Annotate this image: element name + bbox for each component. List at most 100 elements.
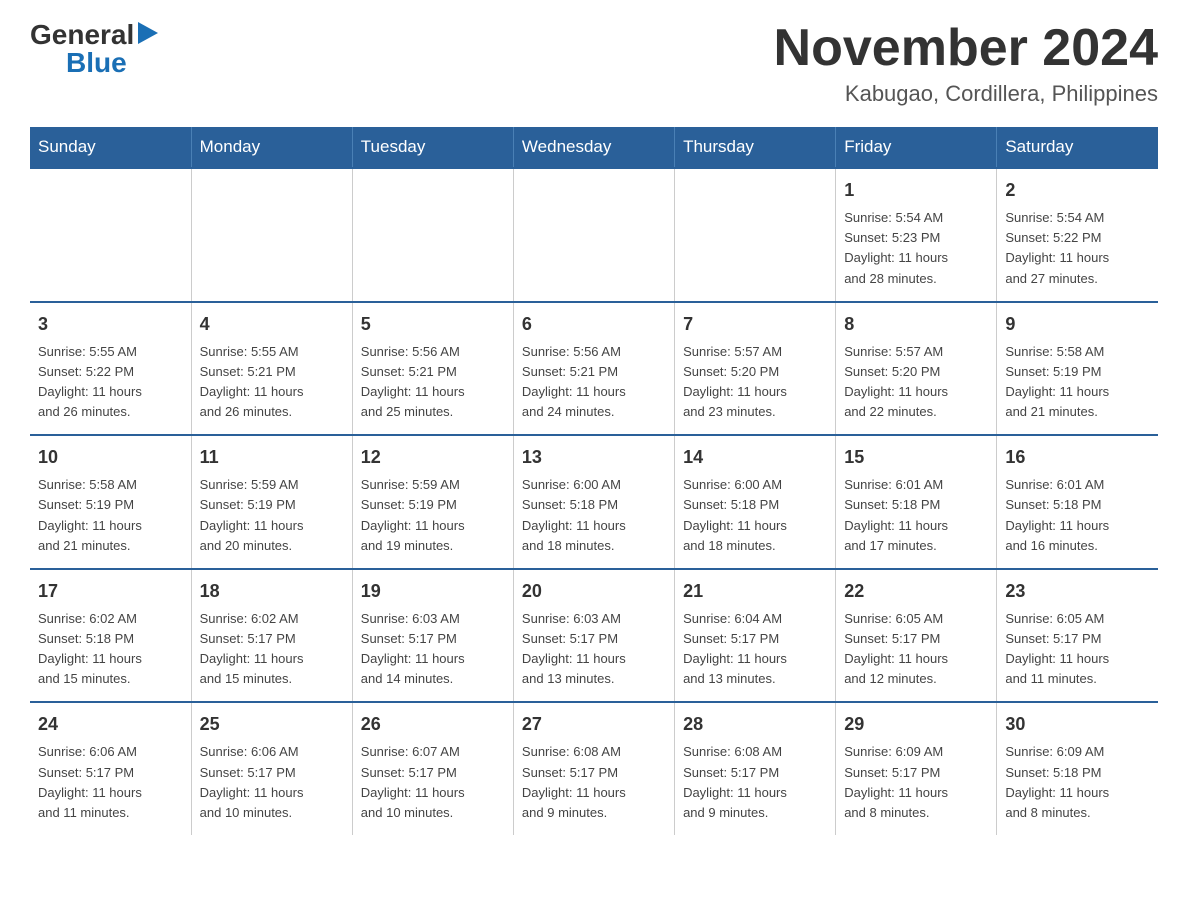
day-info: Sunrise: 6:05 AM Sunset: 5:17 PM Dayligh… (1005, 609, 1150, 690)
calendar-week-5: 24 Sunrise: 6:06 AM Sunset: 5:17 PM Dayli… (30, 702, 1158, 835)
day-info: Sunrise: 5:58 AM Sunset: 5:19 PM Dayligh… (1005, 342, 1150, 423)
day-number: 12 (361, 444, 505, 471)
calendar-header-sunday: Sunday (30, 127, 191, 168)
day-info: Sunrise: 6:08 AM Sunset: 5:17 PM Dayligh… (683, 742, 827, 823)
calendar-cell: 3Sunrise: 5:55 AM Sunset: 5:22 PM Daylig… (30, 302, 191, 436)
day-info: Sunrise: 6:09 AM Sunset: 5:18 PM Dayligh… (1005, 742, 1150, 823)
calendar-cell: 30 Sunrise: 6:09 AM Sunset: 5:18 PM Dayli… (997, 702, 1158, 835)
calendar-cell: 28 Sunrise: 6:08 AM Sunset: 5:17 PM Dayli… (675, 702, 836, 835)
day-info: Sunrise: 6:05 AM Sunset: 5:17 PM Dayligh… (844, 609, 988, 690)
calendar-week-1: 1 Sunrise: 5:54 AM Sunset: 5:23 PM Daylig… (30, 168, 1158, 302)
day-number: 28 (683, 711, 827, 738)
calendar-cell: 13 Sunrise: 6:00 AM Sunset: 5:18 PM Dayli… (513, 435, 674, 569)
day-info: Sunrise: 5:59 AM Sunset: 5:19 PM Dayligh… (361, 475, 505, 556)
day-info: Sunrise: 6:02 AM Sunset: 5:18 PM Dayligh… (38, 609, 183, 690)
day-info: Sunrise: 5:54 AM Sunset: 5:23 PM Dayligh… (844, 208, 988, 289)
calendar-cell: 5 Sunrise: 5:56 AM Sunset: 5:21 PM Daylig… (352, 302, 513, 436)
calendar-cell (352, 168, 513, 302)
calendar-header-tuesday: Tuesday (352, 127, 513, 168)
page-header: General Blue November 2024 Kabugao, Cord… (30, 20, 1158, 107)
day-info: Sunrise: 6:09 AM Sunset: 5:17 PM Dayligh… (844, 742, 988, 823)
day-number: 27 (522, 711, 666, 738)
day-number: 2 (1005, 177, 1150, 204)
day-info: Sunrise: 6:00 AM Sunset: 5:18 PM Dayligh… (522, 475, 666, 556)
day-number: 17 (38, 578, 183, 605)
day-info: Sunrise: 6:01 AM Sunset: 5:18 PM Dayligh… (844, 475, 988, 556)
calendar-cell: 21 Sunrise: 6:04 AM Sunset: 5:17 PM Dayli… (675, 569, 836, 703)
day-number: 29 (844, 711, 988, 738)
day-number: 7 (683, 311, 827, 338)
day-number: 8 (844, 311, 988, 338)
calendar-header-row: SundayMondayTuesdayWednesdayThursdayFrid… (30, 127, 1158, 168)
day-info: Sunrise: 6:01 AM Sunset: 5:18 PM Dayligh… (1005, 475, 1150, 556)
calendar-cell: 24Sunrise: 6:06 AM Sunset: 5:17 PM Dayli… (30, 702, 191, 835)
day-info: Sunrise: 6:08 AM Sunset: 5:17 PM Dayligh… (522, 742, 666, 823)
calendar-cell: 20 Sunrise: 6:03 AM Sunset: 5:17 PM Dayli… (513, 569, 674, 703)
day-number: 18 (200, 578, 344, 605)
calendar-cell: 6 Sunrise: 5:56 AM Sunset: 5:21 PM Daylig… (513, 302, 674, 436)
day-number: 3 (38, 311, 183, 338)
day-info: Sunrise: 6:00 AM Sunset: 5:18 PM Dayligh… (683, 475, 827, 556)
calendar-cell: 15 Sunrise: 6:01 AM Sunset: 5:18 PM Dayli… (836, 435, 997, 569)
calendar-cell: 22Sunrise: 6:05 AM Sunset: 5:17 PM Dayli… (836, 569, 997, 703)
calendar-header-wednesday: Wednesday (513, 127, 674, 168)
day-info: Sunrise: 6:04 AM Sunset: 5:17 PM Dayligh… (683, 609, 827, 690)
title-section: November 2024 Kabugao, Cordillera, Phili… (774, 20, 1158, 107)
day-number: 20 (522, 578, 666, 605)
day-info: Sunrise: 5:58 AM Sunset: 5:19 PM Dayligh… (38, 475, 183, 556)
page-subtitle: Kabugao, Cordillera, Philippines (774, 81, 1158, 107)
calendar-cell: 17 Sunrise: 6:02 AM Sunset: 5:18 PM Dayli… (30, 569, 191, 703)
day-info: Sunrise: 6:03 AM Sunset: 5:17 PM Dayligh… (522, 609, 666, 690)
day-number: 24 (38, 711, 183, 738)
day-number: 14 (683, 444, 827, 471)
calendar-header-monday: Monday (191, 127, 352, 168)
logo-general: General (30, 21, 134, 49)
calendar-cell: 7 Sunrise: 5:57 AM Sunset: 5:20 PM Daylig… (675, 302, 836, 436)
day-number: 21 (683, 578, 827, 605)
day-number: 6 (522, 311, 666, 338)
calendar-cell: 1 Sunrise: 5:54 AM Sunset: 5:23 PM Daylig… (836, 168, 997, 302)
calendar-week-4: 17 Sunrise: 6:02 AM Sunset: 5:18 PM Dayli… (30, 569, 1158, 703)
calendar-cell: 25 Sunrise: 6:06 AM Sunset: 5:17 PM Dayli… (191, 702, 352, 835)
day-number: 26 (361, 711, 505, 738)
day-number: 23 (1005, 578, 1150, 605)
day-number: 30 (1005, 711, 1150, 738)
day-number: 15 (844, 444, 988, 471)
day-number: 1 (844, 177, 988, 204)
calendar-cell: 27 Sunrise: 6:08 AM Sunset: 5:17 PM Dayli… (513, 702, 674, 835)
calendar-cell (513, 168, 674, 302)
calendar-cell: 4Sunrise: 5:55 AM Sunset: 5:21 PM Daylig… (191, 302, 352, 436)
calendar-cell: 9 Sunrise: 5:58 AM Sunset: 5:19 PM Daylig… (997, 302, 1158, 436)
logo-triangle-icon (138, 22, 158, 49)
calendar-cell: 18Sunrise: 6:02 AM Sunset: 5:17 PM Dayli… (191, 569, 352, 703)
calendar-cell: 16 Sunrise: 6:01 AM Sunset: 5:18 PM Dayli… (997, 435, 1158, 569)
day-number: 13 (522, 444, 666, 471)
day-info: Sunrise: 5:56 AM Sunset: 5:21 PM Dayligh… (361, 342, 505, 423)
day-number: 5 (361, 311, 505, 338)
day-info: Sunrise: 5:56 AM Sunset: 5:21 PM Dayligh… (522, 342, 666, 423)
calendar-cell: 23 Sunrise: 6:05 AM Sunset: 5:17 PM Dayli… (997, 569, 1158, 703)
calendar-cell: 2 Sunrise: 5:54 AM Sunset: 5:22 PM Daylig… (997, 168, 1158, 302)
calendar-cell: 29 Sunrise: 6:09 AM Sunset: 5:17 PM Dayli… (836, 702, 997, 835)
day-info: Sunrise: 6:06 AM Sunset: 5:17 PM Dayligh… (200, 742, 344, 823)
day-info: Sunrise: 5:57 AM Sunset: 5:20 PM Dayligh… (683, 342, 827, 423)
calendar-cell: 12 Sunrise: 5:59 AM Sunset: 5:19 PM Dayli… (352, 435, 513, 569)
page-title: November 2024 (774, 20, 1158, 77)
calendar-cell: 10Sunrise: 5:58 AM Sunset: 5:19 PM Dayli… (30, 435, 191, 569)
calendar-cell: 19Sunrise: 6:03 AM Sunset: 5:17 PM Dayli… (352, 569, 513, 703)
calendar-table: SundayMondayTuesdayWednesdayThursdayFrid… (30, 127, 1158, 835)
day-info: Sunrise: 5:54 AM Sunset: 5:22 PM Dayligh… (1005, 208, 1150, 289)
day-number: 16 (1005, 444, 1150, 471)
calendar-header-friday: Friday (836, 127, 997, 168)
day-info: Sunrise: 6:07 AM Sunset: 5:17 PM Dayligh… (361, 742, 505, 823)
calendar-header-thursday: Thursday (675, 127, 836, 168)
day-number: 19 (361, 578, 505, 605)
day-number: 25 (200, 711, 344, 738)
logo-blue: Blue (66, 49, 127, 77)
logo: General Blue (30, 20, 158, 77)
calendar-cell: 8 Sunrise: 5:57 AM Sunset: 5:20 PM Daylig… (836, 302, 997, 436)
day-number: 9 (1005, 311, 1150, 338)
calendar-week-3: 10Sunrise: 5:58 AM Sunset: 5:19 PM Dayli… (30, 435, 1158, 569)
calendar-week-2: 3Sunrise: 5:55 AM Sunset: 5:22 PM Daylig… (30, 302, 1158, 436)
day-info: Sunrise: 5:57 AM Sunset: 5:20 PM Dayligh… (844, 342, 988, 423)
